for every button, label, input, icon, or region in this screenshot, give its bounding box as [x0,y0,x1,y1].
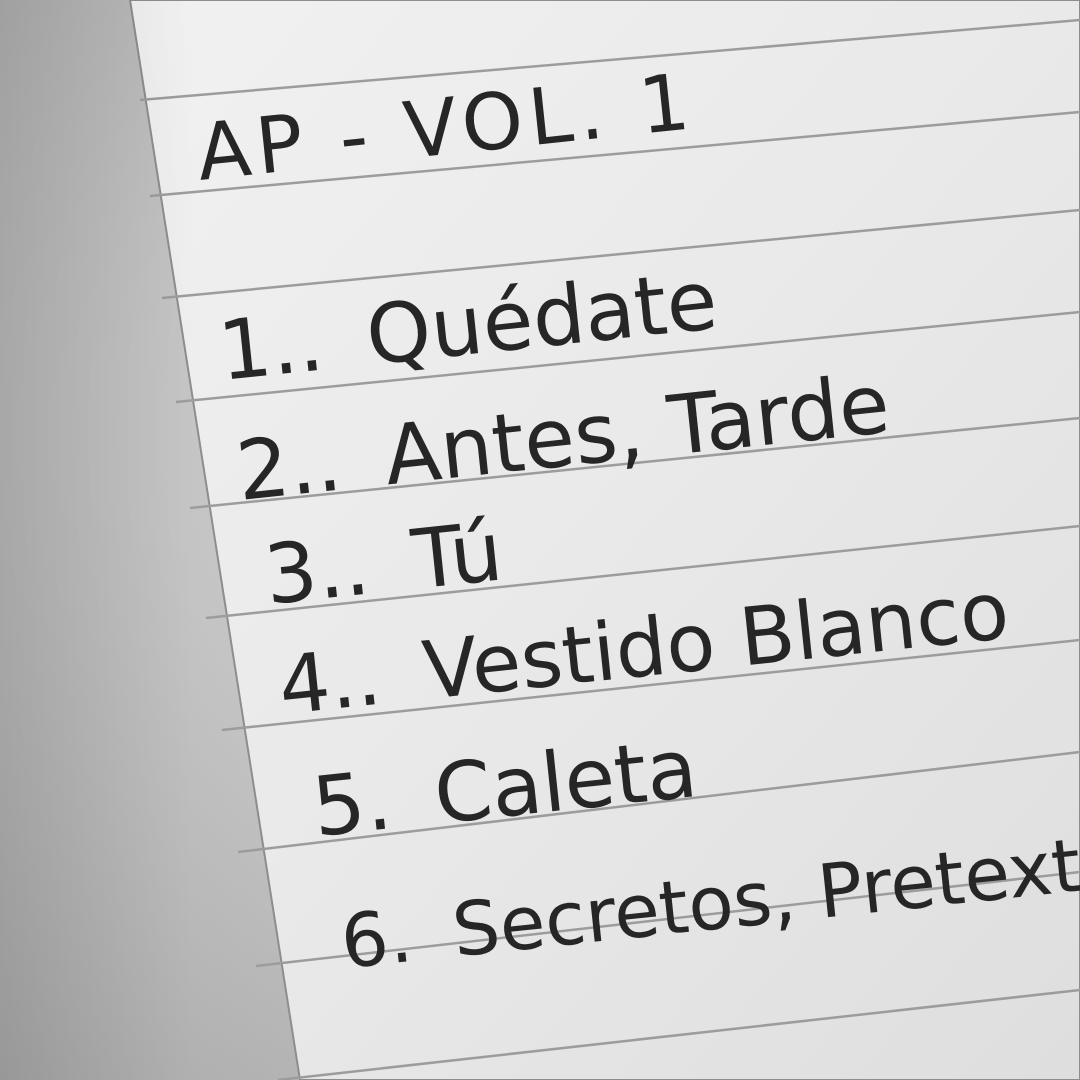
track-number: 3.. [260,519,374,624]
track-number: 1.. [214,295,328,400]
track-number: 6. [337,893,416,986]
track-name: Tú [407,505,507,609]
photo-scene: AP - VOL. 1 1.. Quédate 2.. Antes, Tarde… [0,0,1080,1080]
track-number: 4.. [274,630,385,733]
track-number: 5. [308,753,396,856]
track-number: 2.. [232,415,346,520]
notebook-page: AP - VOL. 1 1.. Quédate 2.. Antes, Tarde… [128,0,1080,1080]
